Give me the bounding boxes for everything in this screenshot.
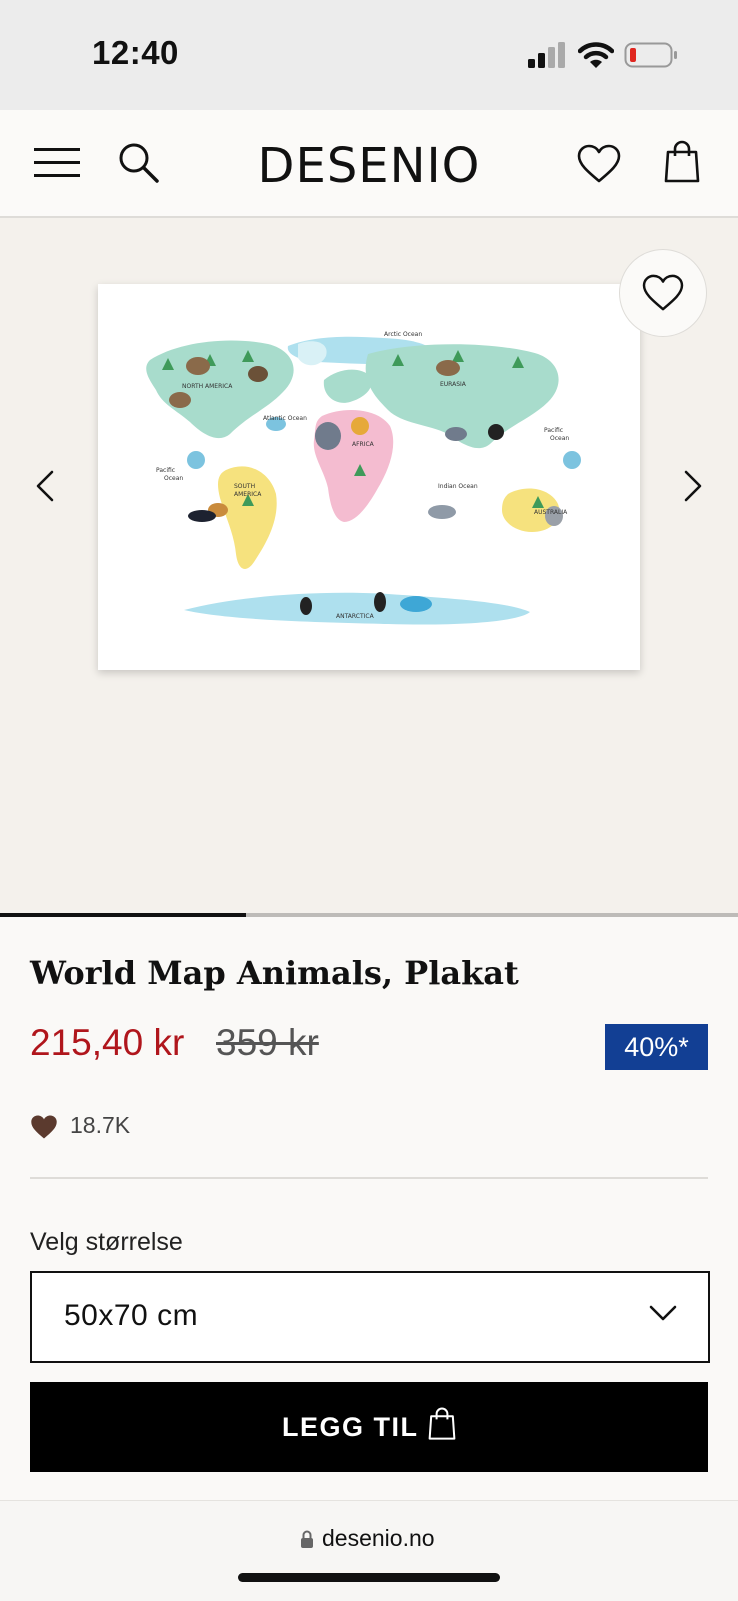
- svg-text:AMERICA: AMERICA: [234, 491, 262, 498]
- discount-badge: 40%*: [605, 1024, 708, 1070]
- svg-text:NORTH AMERICA: NORTH AMERICA: [182, 383, 233, 390]
- svg-text:AFRICA: AFRICA: [352, 441, 375, 448]
- add-to-cart-label: LEGG TIL: [282, 1412, 419, 1442]
- url-text: desenio.no: [322, 1525, 435, 1551]
- home-indicator[interactable]: [238, 1573, 500, 1582]
- status-bar: 12:40: [0, 0, 738, 110]
- wifi-icon: [578, 42, 614, 68]
- svg-text:Atlantic Ocean: Atlantic Ocean: [263, 415, 307, 422]
- status-time: 12:40: [92, 34, 179, 71]
- site-logo[interactable]: DESENIO: [0, 138, 738, 194]
- world-map-illustration: NORTH AMERICA Atlantic Ocean Arctic Ocea…: [146, 331, 581, 625]
- browser-url-bar[interactable]: desenio.no: [0, 1500, 738, 1601]
- product-image[interactable]: NORTH AMERICA Atlantic Ocean Arctic Ocea…: [98, 284, 640, 670]
- lock-icon: [301, 1530, 313, 1548]
- product-gallery[interactable]: NORTH AMERICA Atlantic Ocean Arctic Ocea…: [0, 218, 738, 913]
- shopping-bag-icon: [428, 1407, 456, 1440]
- site-header: DESENIO: [0, 110, 738, 218]
- chevron-down-icon: [649, 1305, 677, 1321]
- gallery-progress-fill: [0, 913, 246, 917]
- size-selected-value: 50x70 cm: [64, 1299, 199, 1332]
- svg-text:Ocean: Ocean: [550, 435, 569, 442]
- svg-text:Indian Ocean: Indian Ocean: [438, 483, 478, 490]
- wishlist-heart-icon[interactable]: [577, 144, 621, 184]
- add-to-cart-button[interactable]: LEGG TIL: [30, 1382, 708, 1472]
- product-title: World Map Animals, Plakat: [30, 954, 519, 992]
- original-price: 359 kr: [216, 1022, 319, 1063]
- svg-text:AUSTRALIA: AUSTRALIA: [534, 509, 568, 516]
- svg-text:SOUTH: SOUTH: [234, 483, 255, 490]
- battery-icon: [624, 42, 677, 68]
- svg-text:EURASIA: EURASIA: [440, 381, 467, 388]
- likes-count: 18.7K: [70, 1112, 131, 1138]
- svg-text:Arctic Ocean: Arctic Ocean: [384, 331, 422, 338]
- sale-price: 215,40 kr: [30, 1022, 185, 1063]
- favorite-button[interactable]: [619, 249, 707, 337]
- heart-filled-icon: [31, 1115, 57, 1139]
- svg-text:Pacific: Pacific: [156, 467, 175, 474]
- divider: [30, 1177, 708, 1179]
- heart-outline-icon: [642, 274, 684, 311]
- shopping-bag-icon[interactable]: [664, 140, 700, 184]
- svg-text:Pacific: Pacific: [544, 427, 563, 434]
- size-label: Velg størrelse: [30, 1228, 183, 1256]
- size-select[interactable]: 50x70 cm: [30, 1271, 710, 1363]
- cellular-signal-icon: [528, 42, 565, 68]
- svg-text:Ocean: Ocean: [164, 475, 183, 482]
- svg-text:ANTARCTICA: ANTARCTICA: [336, 613, 375, 620]
- chevron-right-icon[interactable]: [678, 466, 708, 506]
- chevron-left-icon[interactable]: [30, 466, 60, 506]
